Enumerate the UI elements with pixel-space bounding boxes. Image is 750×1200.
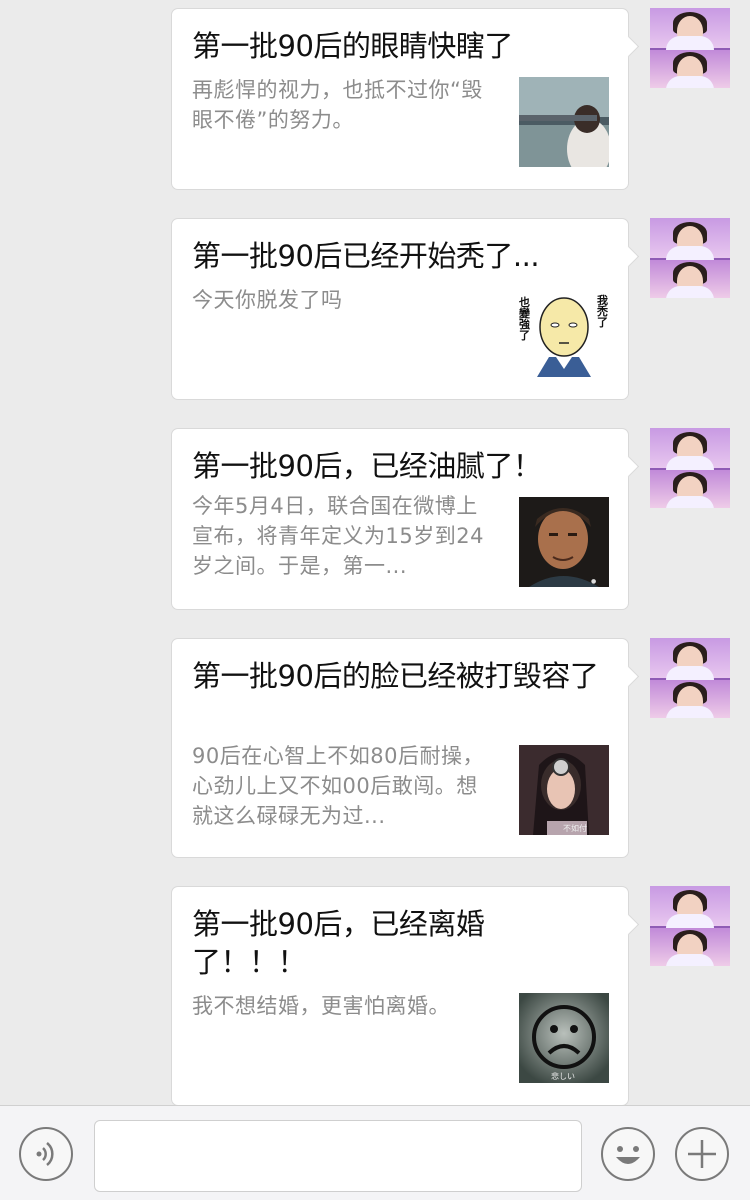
chat-message-list[interactable]: 第一批90后的眼睛快瞎了 再彪悍的视力，也抵不过你“毁眼不倦”的努力。 第一批9… (0, 0, 750, 1105)
svg-text:●: ● (591, 578, 596, 585)
message-input[interactable] (94, 1120, 582, 1192)
meme-caption-right: 我禿了 (597, 294, 608, 329)
article-card[interactable]: 第一批90后已经开始秃了... 今天你脱发了吗 也變強了 我禿了 (171, 218, 640, 400)
article-title: 第一批90后已经开始秃了... (192, 239, 540, 273)
bubble-tail (617, 35, 640, 58)
more-button[interactable] (675, 1127, 729, 1181)
article-title: 第一批90后，已经油腻了！ (192, 449, 542, 483)
bubble-tail (617, 913, 640, 936)
avatar[interactable] (650, 8, 730, 88)
plus-icon (688, 1140, 716, 1168)
article-title: 第一批90后，已经离婚了！！！ (192, 907, 485, 979)
meme-caption-left: 也變強了 (519, 296, 530, 342)
avatar[interactable] (650, 886, 730, 966)
list-item: 第一批90后，已经油腻了！ 今年5月4日，联合国在微博上宣布，将青年定义为15岁… (0, 428, 750, 610)
article-description: 今天你脱发了吗 (192, 288, 343, 312)
article-card[interactable]: 第一批90后的脸已经被打毁容了 90后在心智上不如80后耐操，心劲儿上又不如00… (171, 638, 640, 858)
article-thumbnail: 悲しい (519, 993, 609, 1083)
emoji-button[interactable] (601, 1127, 655, 1181)
article-title: 第一批90后的眼睛快瞎了 (192, 29, 513, 63)
article-thumbnail: ● (519, 497, 609, 587)
article-title: 第一批90后的脸已经被打毁容了 (192, 659, 599, 693)
voice-button[interactable] (19, 1127, 73, 1181)
bubble-tail (617, 245, 640, 268)
article-description: 90后在心智上不如80后耐操，心劲儿上又不如00后敢闯。想就这么碌碌无为过... (192, 744, 484, 828)
article-description: 今年5月4日，联合国在微博上宣布，将青年定义为15岁到24岁之间。于是，第一..… (192, 494, 484, 578)
article-description: 我不想结婚，更害怕离婚。 (192, 994, 450, 1018)
emoji-icon (616, 1146, 640, 1164)
avatar[interactable] (650, 638, 730, 718)
article-card[interactable]: 第一批90后，已经离婚了！！！ 我不想结婚，更害怕离婚。 悲しい (171, 886, 640, 1105)
article-card[interactable]: 第一批90后，已经油腻了！ 今年5月4日，联合国在微博上宣布，将青年定义为15岁… (171, 428, 640, 610)
avatar[interactable] (650, 218, 730, 298)
article-description: 再彪悍的视力，也抵不过你“毁眼不倦”的努力。 (192, 78, 483, 132)
list-item: 第一批90后已经开始秃了... 今天你脱发了吗 也變強了 我禿了 (0, 218, 750, 400)
chat-input-bar (0, 1105, 750, 1200)
list-item: 第一批90后的脸已经被打毁容了 90后在心智上不如80后耐操，心劲儿上又不如00… (0, 638, 750, 858)
list-item: 第一批90后，已经离婚了！！！ 我不想结婚，更害怕离婚。 悲しい (0, 886, 750, 1105)
list-item: 第一批90后的眼睛快瞎了 再彪悍的视力，也抵不过你“毁眼不倦”的努力。 (0, 8, 750, 190)
image-caption: 不如付 (563, 824, 587, 833)
avatar[interactable] (650, 428, 730, 508)
article-thumbnail: 也變強了 我禿了 (519, 287, 609, 377)
bubble-tail (617, 665, 640, 688)
image-caption: 悲しい (551, 1072, 575, 1081)
voice-icon (36, 1142, 54, 1166)
article-thumbnail (519, 77, 609, 167)
bubble-tail (617, 455, 640, 478)
article-card[interactable]: 第一批90后的眼睛快瞎了 再彪悍的视力，也抵不过你“毁眼不倦”的努力。 (171, 8, 640, 190)
article-thumbnail: 不如付 (519, 745, 609, 835)
